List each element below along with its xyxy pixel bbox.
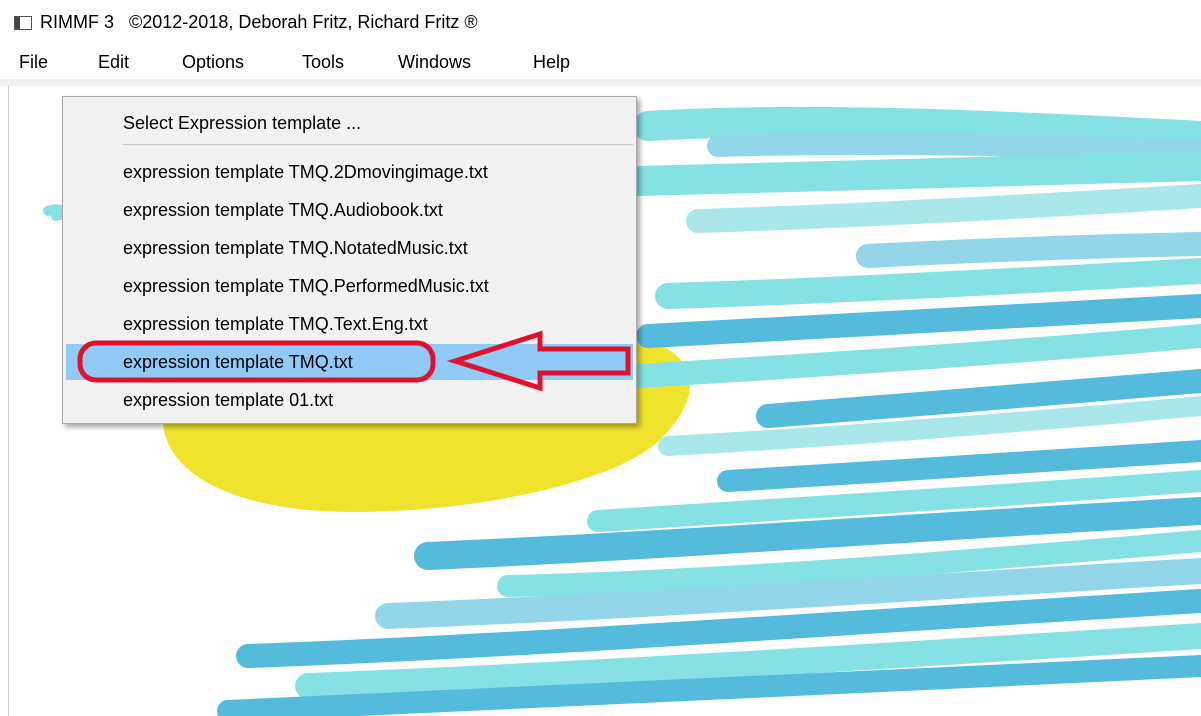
menu-tools[interactable]: Tools [302,52,344,73]
menu-item-template-notatedmusic[interactable]: expression template TMQ.NotatedMusic.txt [66,230,633,266]
menu-windows[interactable]: Windows [398,52,471,73]
window-title: RIMMF 3 ©2012-2018, Deborah Fritz, Richa… [40,12,478,32]
menu-item-template-audiobook[interactable]: expression template TMQ.Audiobook.txt [66,192,633,228]
menu-item-template-tmq[interactable]: expression template TMQ.txt [66,344,633,380]
app-window: RIMMF 3 ©2012-2018, Deborah Fritz, Richa… [0,0,1201,716]
window-app-icon [14,16,32,30]
menu-help[interactable]: Help [533,52,570,73]
canvas-left-border [8,86,9,716]
menu-bar: File Edit Options Tools Windows Help [0,46,1201,80]
menu-item-template-2dmovingimage[interactable]: expression template TMQ.2Dmovingimage.tx… [66,154,633,190]
menu-options[interactable]: Options [182,52,244,73]
menu-item-template-text-eng[interactable]: expression template TMQ.Text.Eng.txt [66,306,633,342]
menu-separator [123,144,633,145]
menubar-divider [0,79,1201,86]
menu-item-template-01[interactable]: expression template 01.txt [66,382,633,418]
menu-file[interactable]: File [19,52,48,73]
menu-item-template-performedmusic[interactable]: expression template TMQ.PerformedMusic.t… [66,268,633,304]
title-bar: RIMMF 3 ©2012-2018, Deborah Fritz, Richa… [0,0,1201,46]
menu-item-select-expression-template[interactable]: Select Expression template ... [66,105,633,141]
menu-edit[interactable]: Edit [98,52,129,73]
expression-template-menu: Select Expression template ... expressio… [62,96,637,424]
